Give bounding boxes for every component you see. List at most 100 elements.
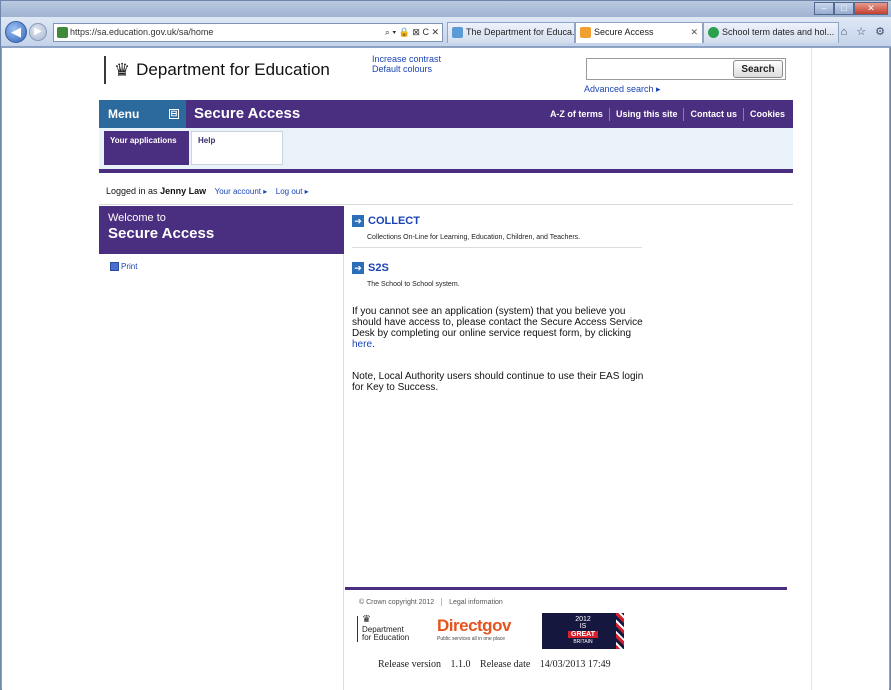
menu-label: Menu	[108, 107, 140, 121]
divider	[441, 598, 443, 606]
search-box: Search	[586, 58, 786, 80]
application-item: ➔ COLLECT Collections On-Line for Learni…	[352, 215, 642, 248]
browser-tab-secure-access[interactable]: Secure Access ✕	[575, 22, 703, 43]
arrow-right-icon: ➔	[352, 262, 364, 274]
legal-information-link[interactable]: Legal information	[449, 599, 503, 606]
dfe-footer-line-2: for Education	[362, 633, 410, 642]
footer-copyright: © Crown copyright 2012 Legal information	[359, 598, 503, 606]
page-viewport: ♛ Department for Education Increase cont…	[2, 48, 889, 690]
menu-toggle-icon: ⊟	[169, 109, 179, 119]
browser-tab-school-term[interactable]: School term dates and hol...	[703, 22, 839, 43]
advanced-search-link[interactable]: Advanced search ▸	[584, 84, 661, 95]
tab-close-icon[interactable]: ✕	[690, 23, 698, 42]
your-account-link[interactable]: Your account ▸	[215, 187, 268, 196]
access-help-text: If you cannot see an application (system…	[352, 306, 652, 350]
maximize-button[interactable]: □	[834, 2, 854, 15]
tab-label: Secure Access	[594, 27, 654, 37]
ie-page-icon	[580, 27, 591, 38]
site-icon	[57, 27, 68, 38]
release-version-label: Release version	[378, 659, 442, 670]
dfe-footer-logo[interactable]: ♛ Department for Education	[357, 614, 410, 642]
accessibility-links: Increase contrast Default colours	[372, 54, 441, 74]
release-version: 1.1.0	[450, 659, 471, 670]
application-description: The School to School system.	[367, 281, 460, 288]
using-this-site-link[interactable]: Using this site	[616, 109, 678, 119]
browser-window: – □ ✕ ◀ ▶ https://sa.education.gov.uk/sa…	[0, 0, 891, 690]
forward-button[interactable]: ▶	[29, 23, 47, 41]
release-date: 14/03/2013 17:49	[539, 659, 611, 670]
s2s-link[interactable]: S2S	[368, 262, 389, 274]
cookies-link[interactable]: Cookies	[750, 109, 785, 119]
application-description: Collections On-Line for Learning, Educat…	[367, 234, 581, 241]
login-status: Logged in as Jenny Law Your account ▸ Lo…	[99, 177, 793, 205]
access-help-body: If you cannot see an application (system…	[352, 306, 643, 339]
sidebar: Welcome to Secure Access Print	[99, 206, 344, 690]
divider	[683, 107, 685, 121]
menu-button[interactable]: Menu ⊟	[99, 100, 186, 128]
divider	[742, 107, 744, 121]
contact-us-link[interactable]: Contact us	[690, 109, 737, 119]
footer-divider	[345, 587, 787, 590]
department-name: Department for Education	[136, 60, 330, 79]
az-terms-link[interactable]: A-Z of terms	[550, 109, 603, 119]
increase-contrast-link[interactable]: Increase contrast	[372, 54, 441, 64]
address-text: https://sa.education.gov.uk/sa/home	[70, 27, 214, 37]
site-favicon-icon	[708, 27, 719, 38]
access-help-end: .	[372, 339, 375, 350]
la-note-text: Note, Local Authority users should conti…	[352, 371, 644, 393]
title-bar: – □ ✕	[1, 1, 891, 17]
arrow-right-icon: ➔	[352, 215, 364, 227]
here-link[interactable]: here	[352, 339, 372, 350]
search-button[interactable]: Search	[733, 60, 783, 78]
logged-in-label: Logged in as	[106, 186, 158, 196]
print-label: Print	[121, 262, 138, 271]
copyright-text: © Crown copyright 2012	[359, 598, 435, 606]
directgov-tagline: Public services all in one place	[437, 636, 506, 642]
gb-is: IS	[579, 623, 587, 630]
top-links: A-Z of terms Using this site Contact us …	[550, 100, 785, 128]
union-flag-icon	[616, 613, 624, 649]
browser-tab-dfe[interactable]: The Department for Educa...	[447, 22, 575, 43]
application-item: ➔ S2S The School to School system.	[352, 262, 642, 288]
directgov-wordmark: Directgov	[437, 616, 511, 635]
tab-strip: Your applications Help	[99, 128, 793, 173]
welcome-line-1: Welcome to	[108, 212, 166, 224]
main-nav-bar: Menu ⊟ Secure Access A-Z of terms Using …	[99, 100, 793, 128]
gb-great: GREAT	[568, 631, 598, 638]
printer-icon	[110, 262, 119, 271]
collect-link[interactable]: COLLECT	[368, 215, 420, 227]
address-controls[interactable]: ⌕ ▾ 🔒 ⊠ C ✕	[385, 24, 439, 41]
divider	[608, 107, 610, 121]
royal-crest-icon: ♛	[362, 614, 371, 625]
browser-nav-row: ◀ ▶ https://sa.education.gov.uk/sa/home …	[1, 17, 891, 47]
ie-page-icon	[452, 27, 463, 38]
tab-help[interactable]: Help	[191, 131, 283, 165]
tab-label: School term dates and hol...	[722, 27, 835, 37]
minimize-button[interactable]: –	[814, 2, 834, 15]
dfe-logo[interactable]: ♛ Department for Education	[104, 56, 330, 84]
welcome-line-2: Secure Access	[108, 225, 215, 242]
page-margin-right	[811, 48, 889, 690]
search-input[interactable]	[589, 61, 729, 77]
log-out-link[interactable]: Log out ▸	[276, 187, 309, 196]
back-button[interactable]: ◀	[5, 21, 27, 43]
close-window-button[interactable]: ✕	[854, 2, 888, 15]
user-name: Jenny Law	[160, 186, 207, 196]
browser-toolbar-icons[interactable]: ⌂ ☆ ⚙	[841, 25, 888, 38]
section-title: Secure Access	[194, 105, 301, 122]
royal-crest-icon: ♛	[114, 59, 131, 80]
release-info: Release version 1.1.0 Release date 14/03…	[378, 659, 618, 670]
tab-your-applications[interactable]: Your applications	[104, 131, 189, 165]
window-controls: – □ ✕	[814, 2, 888, 15]
gb-britain: BRITAIN	[573, 639, 593, 645]
print-link[interactable]: Print	[110, 262, 137, 271]
page: ♛ Department for Education Increase cont…	[99, 48, 797, 690]
release-date-label: Release date	[480, 659, 531, 670]
gb-year: 2012	[575, 616, 591, 623]
tab-label: The Department for Educa...	[466, 27, 575, 37]
address-bar[interactable]: https://sa.education.gov.uk/sa/home ⌕ ▾ …	[53, 23, 443, 42]
welcome-panel: Welcome to Secure Access	[99, 206, 344, 254]
directgov-logo[interactable]: Directgov Public services all in one pla…	[437, 616, 511, 642]
default-colours-link[interactable]: Default colours	[372, 64, 441, 74]
britain-is-great-logo[interactable]: 2012 IS GREAT BRITAIN	[542, 613, 624, 649]
